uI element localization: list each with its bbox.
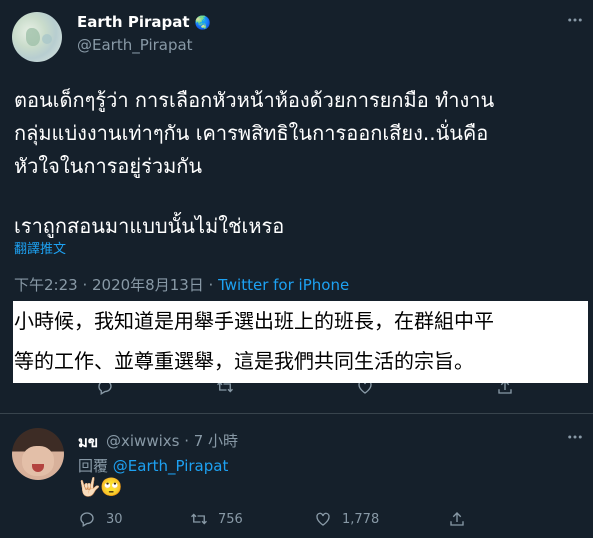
tweet-text-line: ตอนเด็กๆรู้ว่า การเลือกหัวหน้าห้องด้วยกา… <box>14 88 495 112</box>
retweet-button[interactable]: 756 <box>190 510 243 528</box>
author-name-text: Earth Pirapat <box>77 13 190 31</box>
tweet-text-line: หัวใจในการอยู่ร่วมกัน <box>14 154 203 178</box>
retweet-icon <box>191 513 207 525</box>
translation-line: 等的工作、並尊重選舉，這是我們共同生活的宗旨。 <box>14 349 474 373</box>
tweet-text-line: กลุ่มแบ่งงานเท่าๆกัน เคารพสิทธิในการออกเ… <box>14 121 489 145</box>
timestamp[interactable]: 下午2:23 · 2020年8月13日 · <box>14 276 218 294</box>
like-icon <box>316 512 330 526</box>
share-button[interactable] <box>448 510 466 528</box>
avatar-pattern <box>26 28 40 46</box>
reply-author-name[interactable]: มข <box>78 430 98 454</box>
author-handle[interactable]: @Earth_Pirapat <box>77 36 193 54</box>
author-name[interactable]: Earth Pirapat 🌏 <box>77 13 211 31</box>
source-link[interactable]: Twitter for iPhone <box>218 276 349 294</box>
translation-line: 小時候，我知道是用舉手選出班上的班長，在群組中平 <box>14 309 494 333</box>
share-icon <box>450 512 464 526</box>
translation-overlay: 小時候，我知道是用舉手選出班上的班長，在群組中平 等的工作、並尊重選舉，這是我們… <box>13 301 588 383</box>
reply-text: 🤟🏻🙄 <box>78 477 123 498</box>
reply-button[interactable]: 30 <box>78 510 123 528</box>
reply-avatar[interactable] <box>12 428 64 480</box>
avatar-pattern <box>42 34 52 44</box>
retweet-count: 756 <box>218 511 243 527</box>
tweet-metadata: 下午2:23 · 2020年8月13日 · Twitter for iPhone <box>14 274 349 295</box>
reply-icon <box>80 512 94 527</box>
replying-to: 回覆 @Earth_Pirapat <box>78 455 228 476</box>
reply-count: 30 <box>106 511 123 527</box>
translate-tweet-link[interactable]: 翻譯推文 <box>14 238 66 257</box>
more-icon[interactable] <box>566 428 584 446</box>
divider <box>0 413 593 414</box>
more-icon[interactable] <box>566 11 584 29</box>
like-button[interactable]: 1,778 <box>314 510 379 528</box>
globe-emoji: 🌏 <box>194 16 211 31</box>
reply-handle-time[interactable]: @xiwwixs · 7 小時 <box>106 430 238 451</box>
mention-link[interactable]: @Earth_Pirapat <box>113 457 229 475</box>
tweet-text-line: เราถูกสอนมาแบบนั้นไม่ใช่เหรอ <box>14 214 285 238</box>
tweet-text: ตอนเด็กๆรู้ว่า การเลือกหัวหน้าห้องด้วยกา… <box>14 84 574 243</box>
replying-prefix: 回覆 <box>78 457 113 475</box>
like-count: 1,778 <box>342 511 380 527</box>
author-avatar[interactable] <box>12 12 62 62</box>
